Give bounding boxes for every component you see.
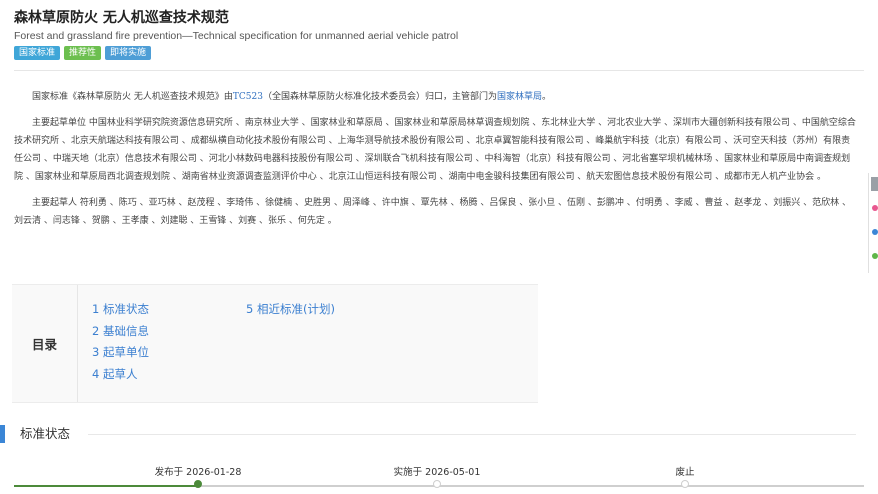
badge-national-standard: 国家标准	[14, 46, 61, 60]
page-subtitle: Forest and grassland fire prevention—Tec…	[14, 30, 459, 42]
intro-paragraph: 国家标准《森林草原防火 无人机巡查技术规范》由TC523（全国森林草原防火标准化…	[14, 88, 858, 106]
blue-drop-icon[interactable]	[872, 229, 878, 235]
floating-sidebar	[868, 173, 878, 273]
intro-text: 国家标准《森林草原防火 无人机巡查技术规范》由	[32, 92, 233, 102]
header-divider	[14, 70, 864, 71]
section-divider	[88, 434, 856, 435]
timeline-dot-published	[194, 480, 202, 488]
toc-item-status[interactable]: 1 标准状态	[92, 299, 149, 321]
timeline-label-effective: 实施于 2026-05-01	[393, 467, 481, 478]
badge-group: 国家标准 推荐性 即将实施	[14, 46, 874, 60]
section-accent-bar	[0, 425, 5, 443]
table-of-contents: 目录 1 标准状态 2 基础信息 3 起草单位 4 起草人 5 相近标准(计划)	[12, 284, 538, 403]
drafters-paragraph: 主要起草人 符利勇 、陈巧 、亚巧林 、赵茂程 、李琦伟 、徐健楠 、史胜男 、…	[14, 198, 851, 226]
page-title: 森林草原防火 无人机巡查技术规范	[14, 10, 229, 26]
timeline-line-pending	[198, 485, 864, 487]
timeline-dot-effective	[433, 480, 441, 488]
toc-item-drafters[interactable]: 4 起草人	[92, 364, 149, 386]
badge-upcoming: 即将实施	[105, 46, 152, 60]
toc-item-related-standards[interactable]: 5 相近标准(计划)	[246, 299, 335, 321]
toc-item-basic-info[interactable]: 2 基础信息	[92, 321, 149, 343]
timeline-label-published: 发布于 2026-01-28	[154, 467, 242, 478]
timeline-dot-abolished	[681, 480, 689, 488]
tc523-link[interactable]: TC523	[233, 92, 263, 102]
standard-header: 森林草原防火 无人机巡查技术规范 Forest and grassland fi…	[14, 8, 874, 60]
toc-column-1: 1 标准状态 2 基础信息 3 起草单位 4 起草人	[92, 299, 149, 385]
toc-item-drafting-units[interactable]: 3 起草单位	[92, 342, 149, 364]
status-section-header: 标准状态	[0, 424, 860, 444]
timeline-label-abolished: 废止	[675, 467, 695, 478]
collapse-tab-icon[interactable]	[871, 177, 878, 191]
intro-text-end: 。	[541, 92, 551, 102]
timeline-line-reached	[14, 485, 198, 487]
authority-link[interactable]: 国家林草局	[497, 92, 542, 102]
intro-text-2: （全国森林草原防火标准化技术委员会）归口，主管部门为	[262, 92, 497, 102]
drafting-units-paragraph: 主要起草单位 中国林业科学研究院资源信息研究所 、南京林业大学 、国家林业和草原…	[14, 118, 856, 182]
badge-recommended: 推荐性	[64, 46, 102, 60]
section-title: 标准状态	[20, 426, 71, 441]
description: 国家标准《森林草原防火 无人机巡查技术规范》由TC523（全国森林草原防火标准化…	[14, 88, 858, 238]
toc-label: 目录	[12, 285, 78, 402]
green-circle-icon[interactable]	[872, 253, 878, 259]
toc-column-2: 5 相近标准(计划)	[246, 299, 335, 321]
pink-circle-icon[interactable]	[872, 205, 878, 211]
